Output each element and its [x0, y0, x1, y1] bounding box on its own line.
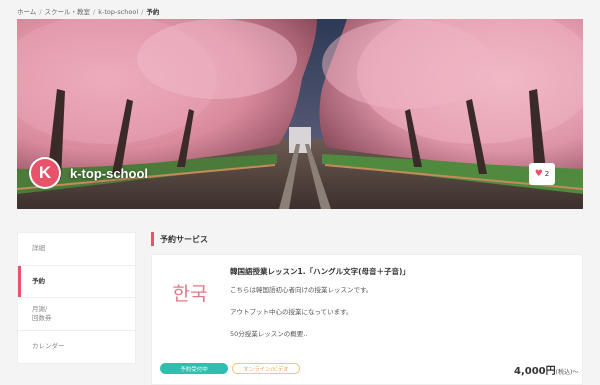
breadcrumb-separator: /	[141, 8, 144, 16]
sidebar-item-label: 予約	[32, 276, 45, 285]
price-value: 4,000円	[514, 366, 556, 377]
heart-icon: ♥	[534, 168, 543, 179]
sidebar-nav: 詳細 予約 月謝/ 回数券 カレンダー	[17, 232, 136, 364]
thumbnail-image: 한국	[160, 271, 220, 315]
breadcrumb-separator: /	[93, 8, 96, 16]
service-description: こちらは韓国語初心者向けの授業レッスンです。 アウトプット中心の授業になっていま…	[230, 286, 570, 339]
breadcrumb-category[interactable]: スクール・教室	[45, 8, 91, 16]
service-thumbnail: 한국	[160, 271, 220, 315]
sidebar-item-details[interactable]: 詳細	[18, 233, 135, 266]
sidebar-item-label: 詳細	[32, 244, 45, 253]
description-line: こちらは韓国語初心者向けの授業レッスンです。	[230, 286, 373, 294]
sidebar-item-label: 月謝/ 回数券	[32, 304, 52, 322]
breadcrumb-separator: /	[39, 8, 42, 16]
sidebar-item-tickets[interactable]: 月謝/ 回数券	[18, 298, 135, 331]
thumbnail-text: 한국	[173, 283, 208, 305]
price-suffix: (税込)〜	[555, 369, 579, 376]
sidebar-item-calendar[interactable]: カレンダー	[18, 331, 135, 364]
like-button[interactable]: ♥ 2	[529, 163, 555, 185]
description-line: アウトプット中心の授業になっています。	[230, 308, 353, 317]
breadcrumb-home[interactable]: ホーム	[17, 8, 36, 16]
breadcrumb: ホーム / スクール・教室 / k-top-school / 予約	[17, 6, 159, 16]
description-line: 50分授業レッスンの概要..	[230, 330, 308, 339]
school-name: k-top-school	[70, 165, 148, 181]
breadcrumb-current: 予約	[146, 8, 160, 16]
avatar[interactable]: K	[29, 157, 61, 189]
service-card[interactable]: 한국 韓国語授業レッスン1.「ハングル文字(母音＋子音)」 こちらは韓国語初心者…	[151, 254, 583, 385]
service-price: 4,000円(税込)〜	[514, 362, 578, 377]
sidebar-item-label: カレンダー	[32, 342, 65, 351]
service-title[interactable]: 韓国語授業レッスン1.「ハングル文字(母音＋子音)」	[230, 266, 410, 277]
sidebar-item-reservation[interactable]: 予約	[18, 265, 135, 298]
avatar-letter: K	[31, 159, 59, 187]
status-badge: 予約受付中	[160, 363, 228, 374]
section-title: 予約サービス	[151, 232, 208, 246]
breadcrumb-school[interactable]: k-top-school	[98, 8, 138, 16]
like-count: 2	[544, 170, 550, 178]
school-profile: K k-top-school	[29, 157, 148, 189]
online-badge: オンライン/ビデオ	[232, 363, 300, 374]
